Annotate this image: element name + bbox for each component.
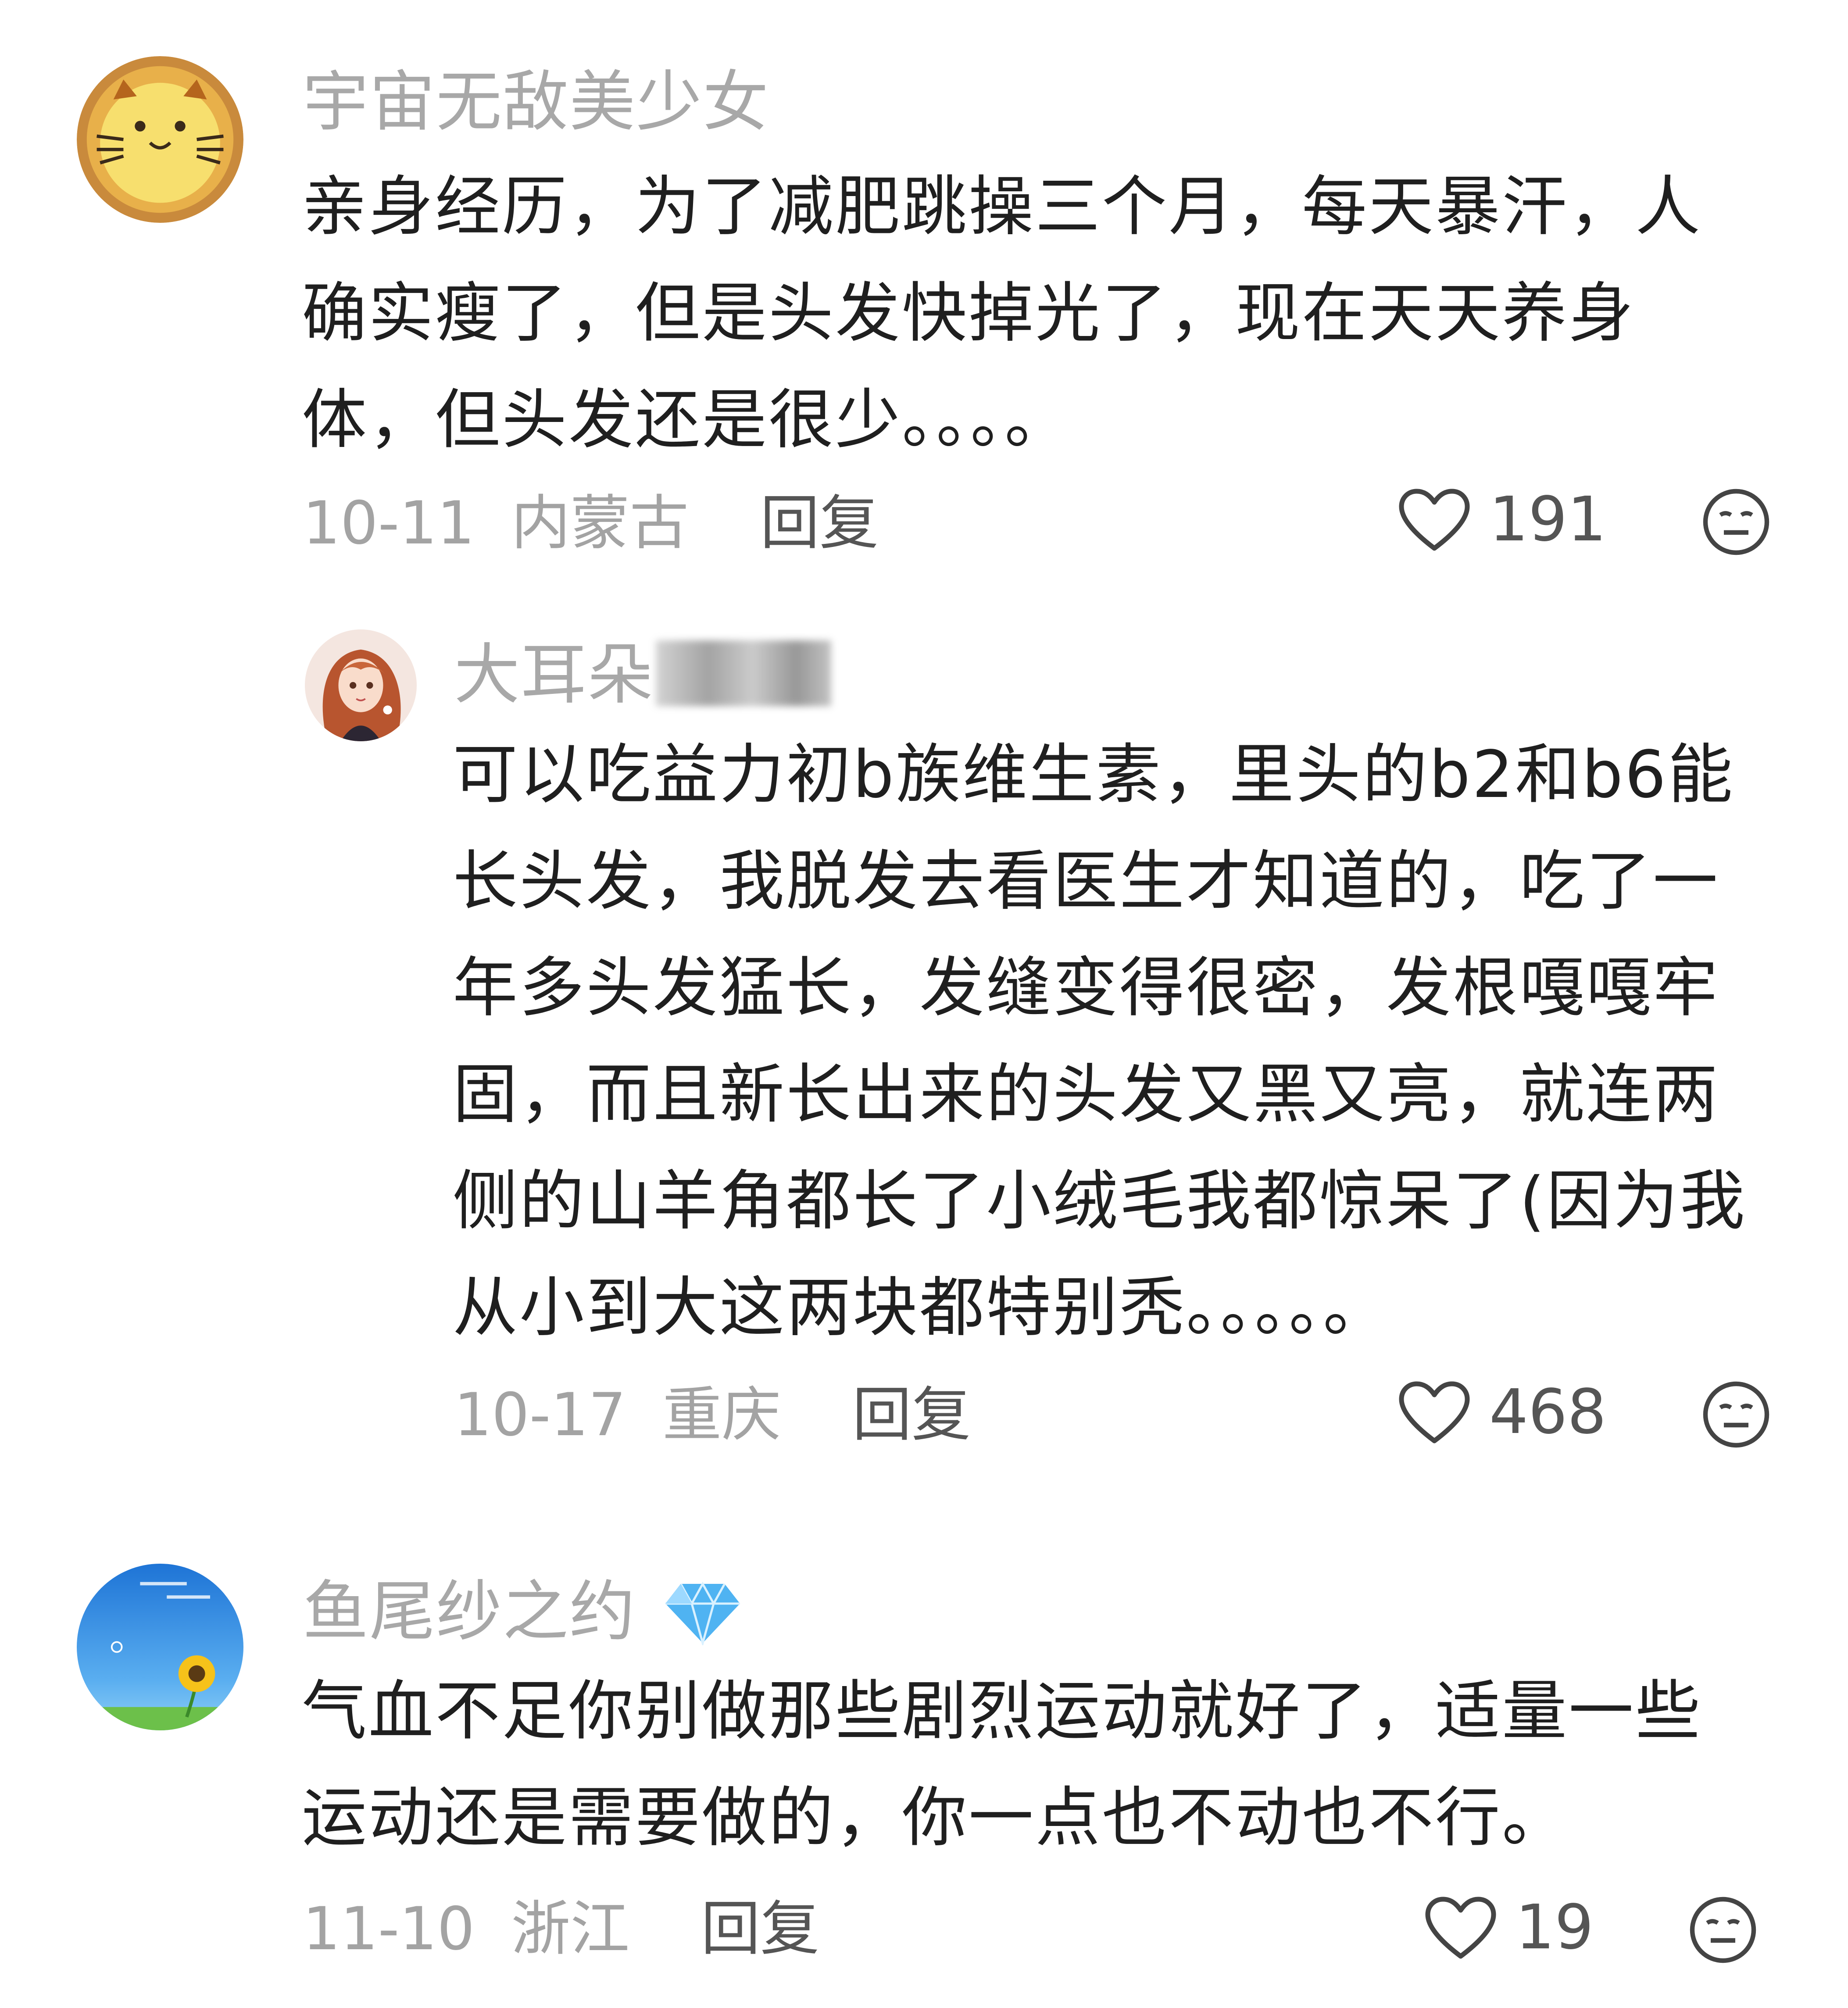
like-count: 468 — [1489, 1376, 1607, 1448]
comment-meta: 11-10 浙江 回复 — [303, 1899, 819, 1958]
neutral-face-icon[interactable] — [1701, 1379, 1771, 1450]
like-button[interactable]: 468 — [1397, 1379, 1606, 1445]
comment-text: 气血不足你别做那些剧烈运动就好了，适量一些运动还是需要做的，你一点也不动也不行。 — [302, 1673, 1702, 1855]
username[interactable]: 鱼尾纱之约 — [303, 1579, 742, 1645]
username-text: 大耳朵 — [454, 637, 654, 713]
heart-icon — [1423, 1895, 1498, 1961]
user-avatar[interactable] — [305, 629, 417, 741]
username[interactable]: 大耳朵 — [454, 640, 832, 708]
user-avatar[interactable] — [77, 56, 243, 223]
comment-text: 可以吃益力初b族维生素，里头的b2和b6能长头发，我脱发去看医生才知道的，吃了一… — [453, 737, 1747, 1345]
neutral-face-icon[interactable] — [1688, 1895, 1758, 1965]
comment-date: 11-10 — [303, 1894, 475, 1963]
anime-girl-avatar-icon — [305, 629, 417, 741]
comment-meta: 10-11 内蒙古 回复 — [303, 493, 879, 553]
heart-icon — [1397, 1379, 1472, 1445]
like-button[interactable]: 19 — [1423, 1895, 1594, 1961]
comment-meta: 10-17 重庆 回复 — [454, 1385, 971, 1444]
comment-date: 10-11 — [303, 489, 475, 557]
reply-button[interactable]: 回复 — [701, 1894, 819, 1963]
like-count: 19 — [1516, 1892, 1594, 1963]
reply-button[interactable]: 回复 — [760, 489, 879, 557]
username-text: 鱼尾纱之约 — [303, 1574, 636, 1650]
reply-button[interactable]: 回复 — [852, 1380, 971, 1449]
cat-tart-avatar-icon — [77, 56, 243, 223]
comment-location: 内蒙古 — [511, 489, 689, 557]
comment-location: 浙江 — [511, 1894, 630, 1963]
user-avatar[interactable] — [77, 1564, 243, 1730]
comment-date: 10-17 — [454, 1380, 626, 1449]
username[interactable]: 宇宙无敌美少女 — [303, 69, 769, 135]
neutral-face-icon[interactable] — [1701, 487, 1771, 557]
diamond-icon — [663, 1579, 742, 1645]
like-count: 191 — [1489, 484, 1607, 555]
comment-text: 亲身经历，为了减肥跳操三个月，每天暴汗，人确实瘦了，但是头发快掉光了，现在天天养… — [302, 169, 1702, 457]
like-button[interactable]: 191 — [1397, 487, 1606, 553]
sunflower-sky-avatar-icon — [77, 1564, 243, 1730]
comment-location: 重庆 — [662, 1380, 781, 1449]
blurred-username-suffix — [656, 640, 832, 706]
heart-icon — [1397, 487, 1472, 553]
